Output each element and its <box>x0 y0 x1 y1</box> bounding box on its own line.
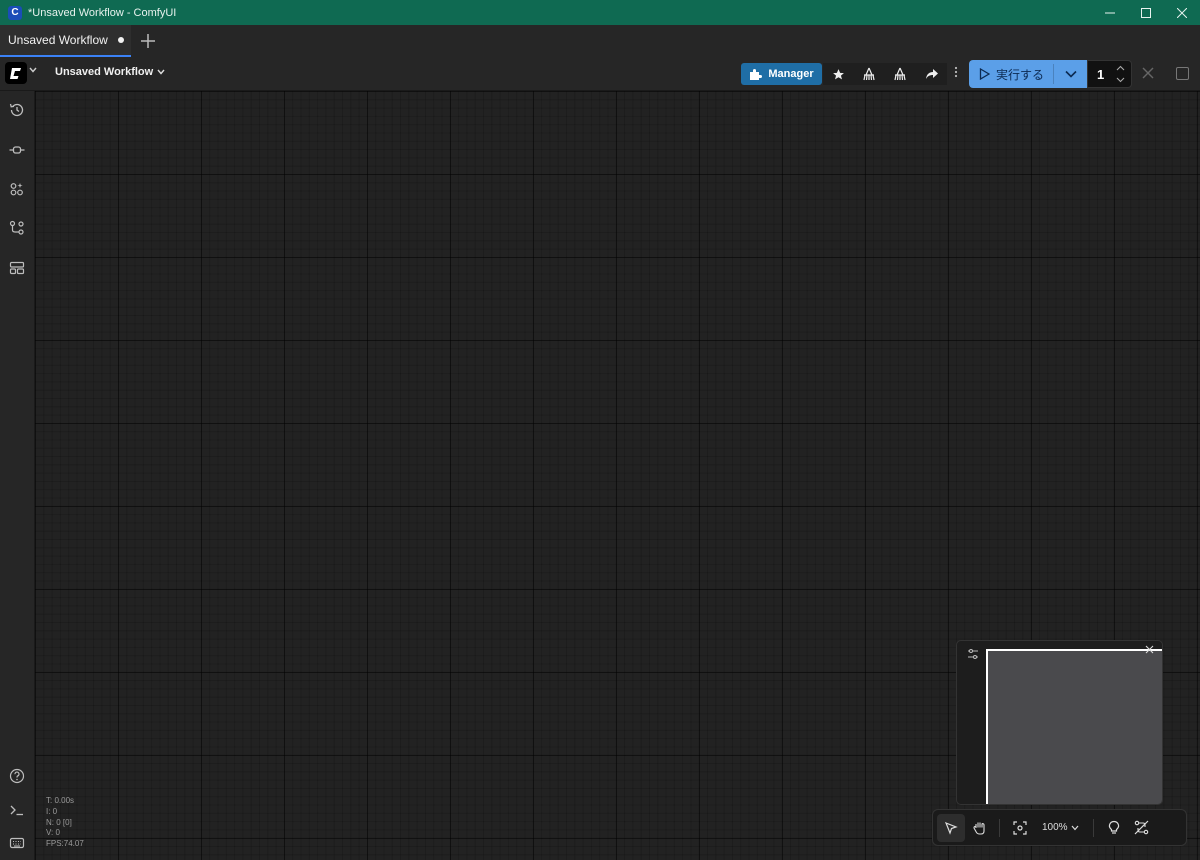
minimize-button[interactable] <box>1092 0 1128 25</box>
logo-menu-chevron-icon[interactable] <box>29 65 37 76</box>
workflow-menu-button[interactable]: Unsaved Workflow <box>55 66 165 78</box>
zoom-level: 100% <box>1042 822 1068 833</box>
cancel-queue-icon[interactable] <box>1142 66 1154 82</box>
help-icon[interactable] <box>8 767 26 785</box>
zoom-dropdown[interactable]: 100% <box>1034 822 1087 833</box>
minimap-close-icon[interactable] <box>1145 645 1154 657</box>
star-icon <box>833 68 844 79</box>
canvas-stats: T: 0.00s I: 0 N: 0 [0] V: 0 FPS:74.07 <box>46 796 84 850</box>
toggle-links-button[interactable] <box>1128 814 1156 842</box>
decrement-icon[interactable] <box>1115 75 1125 85</box>
templates-icon[interactable] <box>8 259 26 277</box>
quick-action-group <box>823 63 947 85</box>
node-library-icon[interactable] <box>8 141 26 159</box>
minimap-settings-icon[interactable] <box>967 647 979 665</box>
share-button[interactable] <box>916 63 947 85</box>
comfyui-logo-button[interactable] <box>5 62 27 84</box>
chevron-down-icon <box>157 69 165 75</box>
workflows-icon[interactable] <box>8 219 26 237</box>
chevron-down-icon <box>1064 70 1077 78</box>
window-title: *Unsaved Workflow - ComfyUI <box>28 6 177 19</box>
broom-alt-icon <box>894 67 906 81</box>
increment-icon[interactable] <box>1115 63 1125 73</box>
main-toolbar: Unsaved Workflow Manager 実行する 1 <box>0 57 1200 91</box>
clean-vram-button[interactable] <box>854 63 885 85</box>
unload-models-button[interactable] <box>885 63 916 85</box>
stat-visible: V: 0 <box>46 828 60 838</box>
share-arrow-icon <box>925 69 938 79</box>
workflow-name: Unsaved Workflow <box>55 66 154 78</box>
divider <box>1092 818 1094 837</box>
minimap-panel[interactable] <box>956 640 1163 805</box>
manager-label: Manager <box>768 68 814 80</box>
workflow-tab[interactable]: Unsaved Workflow <box>0 25 131 57</box>
canvas-controls: 100% <box>932 809 1187 846</box>
workflow-tab-label: Unsaved Workflow <box>8 33 108 47</box>
minimap-viewport[interactable] <box>986 649 1162 804</box>
close-window-button[interactable] <box>1164 0 1200 25</box>
workflow-tabbar: Unsaved Workflow <box>0 25 1200 57</box>
queue-history-icon[interactable] <box>8 101 26 119</box>
pointer-icon <box>944 821 958 835</box>
window-titlebar: C *Unsaved Workflow - ComfyUI <box>0 0 1200 25</box>
terminal-icon[interactable] <box>8 801 26 819</box>
favorite-button[interactable] <box>823 63 854 85</box>
run-button-group: 実行する <box>969 60 1087 88</box>
batch-count-value[interactable]: 1 <box>1097 67 1104 82</box>
lightbulb-icon <box>1108 820 1119 834</box>
keyboard-shortcuts-icon[interactable] <box>8 834 26 852</box>
run-label: 実行する <box>996 67 1045 82</box>
model-library-icon[interactable] <box>8 180 26 198</box>
hand-icon <box>972 822 985 835</box>
window-controls <box>1092 0 1200 25</box>
maximize-button[interactable] <box>1128 0 1164 25</box>
stat-time: T: 0.00s <box>46 796 75 805</box>
run-mode-dropdown[interactable] <box>1054 70 1087 78</box>
chevron-down-icon <box>1071 825 1079 830</box>
play-icon <box>979 68 990 80</box>
focus-mode-button[interactable] <box>1100 814 1128 842</box>
stat-fps: FPS:74.07 <box>46 839 84 849</box>
puzzle-icon <box>750 68 763 80</box>
run-button[interactable]: 実行する <box>969 66 1053 83</box>
broom-icon <box>863 67 875 81</box>
stat-iterations: I: 0 <box>46 806 58 816</box>
manager-button[interactable]: Manager <box>741 63 822 85</box>
select-mode-button[interactable] <box>937 813 965 842</box>
stat-nodes: N: 0 [0] <box>46 817 72 827</box>
fit-view-button[interactable] <box>1006 814 1034 842</box>
batch-count-stepper[interactable]: 1 <box>1087 60 1132 88</box>
divider <box>999 818 1000 837</box>
comfyui-app-icon: C <box>8 5 22 20</box>
more-options-icon[interactable] <box>954 66 958 81</box>
unsaved-indicator-icon <box>117 37 124 43</box>
queue-panel-toggle-icon[interactable] <box>1176 67 1189 80</box>
side-toolbar <box>0 91 35 860</box>
new-tab-button[interactable] <box>131 25 165 57</box>
fit-view-icon <box>1013 820 1027 835</box>
pan-mode-button[interactable] <box>965 814 993 842</box>
links-hidden-icon <box>1134 820 1149 835</box>
